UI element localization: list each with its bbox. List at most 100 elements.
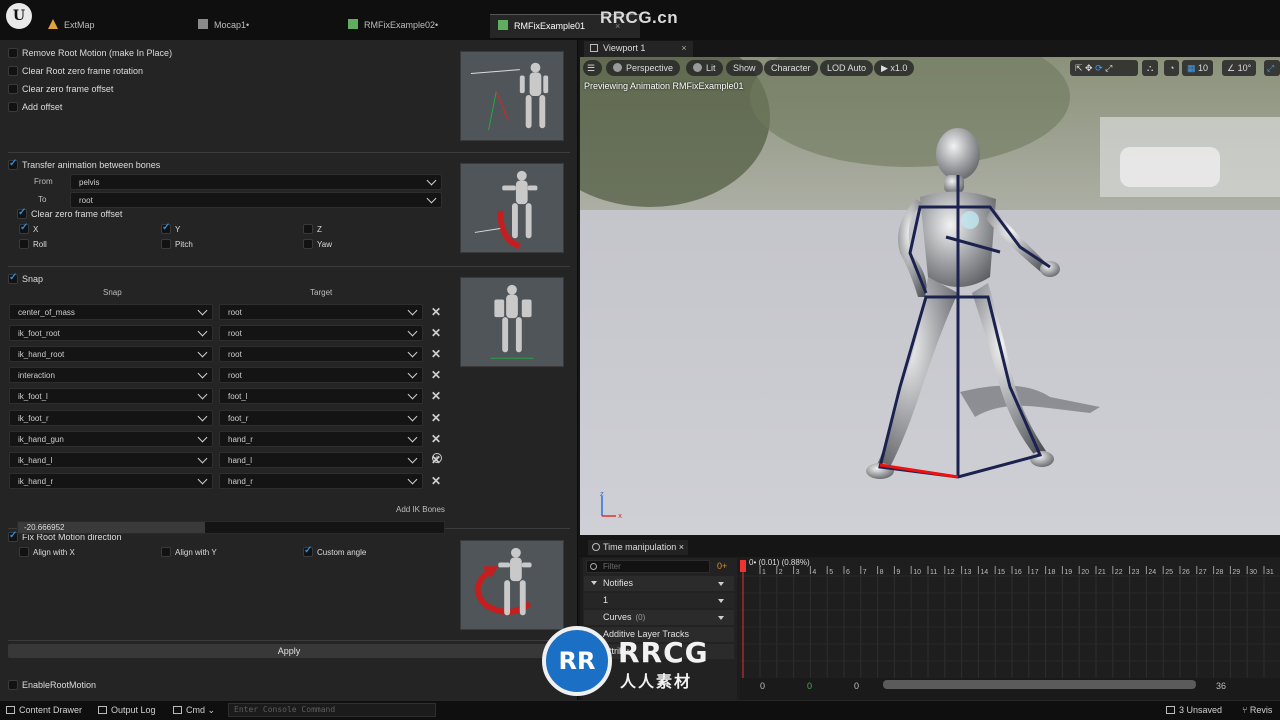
playhead-marker[interactable] <box>740 560 746 572</box>
remove-row-icon[interactable]: ✕ <box>430 433 442 445</box>
viewport-menu-button[interactable]: ☰ <box>583 60 602 76</box>
checkbox[interactable] <box>19 222 29 234</box>
axis-yaw-row[interactable]: Yaw <box>303 239 332 253</box>
cmd-dropdown[interactable]: Cmd ⌄ <box>173 705 215 716</box>
tab-time-manipulation[interactable]: Time manipulation × <box>588 540 688 555</box>
target-bone-dropdown[interactable]: root <box>219 325 423 342</box>
clear-zero-frame-offset-row[interactable]: Clear zero frame offset <box>8 84 113 98</box>
checkbox[interactable] <box>8 48 18 58</box>
snap-bone-dropdown[interactable]: ik_foot_l <box>9 388 213 405</box>
target-bone-dropdown[interactable]: root <box>219 367 423 384</box>
target-bone-dropdown[interactable]: root <box>219 346 423 363</box>
add-track-button[interactable]: 0+ <box>717 561 727 571</box>
clear-root-rotation-row[interactable]: Clear Root zero frame rotation <box>8 66 143 80</box>
to-bone-dropdown[interactable]: root <box>70 192 442 208</box>
animation-viewport[interactable] <box>580 57 1280 535</box>
checkbox[interactable] <box>8 102 18 112</box>
snap-bone-dropdown[interactable]: ik_hand_r <box>9 472 213 489</box>
snap-bone-dropdown[interactable]: ik_hand_root <box>9 346 213 363</box>
target-bone-dropdown[interactable]: hand_r <box>219 430 423 447</box>
from-bone-dropdown[interactable]: pelvis <box>70 174 442 190</box>
tab-extmap[interactable]: ExtMap <box>40 14 103 38</box>
console-command-input[interactable]: Enter Console Command <box>228 703 436 717</box>
rotate-icon[interactable]: ⟳ <box>1095 63 1105 73</box>
notifies-track[interactable]: Notifies <box>584 576 734 591</box>
checkbox[interactable] <box>303 239 313 249</box>
world-local-button[interactable]: ⛬ <box>1142 60 1159 76</box>
remove-row-icon[interactable]: ✕ <box>430 412 442 424</box>
snap-bone-dropdown[interactable]: ik_foot_root <box>9 325 213 342</box>
axis-x-row[interactable]: X <box>19 222 38 238</box>
angle-input[interactable]: -20.666952 <box>17 521 445 534</box>
chevron-down-icon[interactable] <box>718 616 724 620</box>
lit-button[interactable]: Lit <box>686 60 723 76</box>
checkbox[interactable] <box>8 272 18 284</box>
checkbox[interactable] <box>161 547 171 557</box>
curves-track[interactable]: Curves (0) <box>584 610 734 625</box>
track-filter-input[interactable]: Filter <box>586 560 710 573</box>
revision-control-button[interactable]: ⑂ Revis <box>1242 705 1272 715</box>
target-bone-dropdown[interactable]: root <box>219 304 423 320</box>
tab-mocap1[interactable]: Mocap1• <box>190 14 257 38</box>
checkbox[interactable] <box>19 547 29 557</box>
unreal-logo-icon[interactable]: U <box>6 3 32 29</box>
surface-snap-button[interactable]: ◔ <box>1164 60 1180 76</box>
notify-track-1[interactable]: 1 <box>584 593 734 608</box>
add-ik-bones-label[interactable]: Add IK Bones <box>396 505 445 514</box>
transfer-clear-offset-row[interactable]: Clear zero frame offset <box>17 207 122 223</box>
angle-snap-button[interactable]: ∠ 10° <box>1222 60 1257 76</box>
tab-rmfixexample02[interactable]: RMFixExample02• <box>340 14 446 38</box>
align-y-row[interactable]: Align with Y <box>161 547 217 561</box>
checkbox[interactable] <box>8 158 18 170</box>
unsaved-button[interactable]: 3 Unsaved <box>1166 705 1222 715</box>
axis-z-row[interactable]: Z <box>303 224 322 238</box>
content-drawer-button[interactable]: Content Drawer <box>6 705 82 715</box>
fix-root-motion-row[interactable]: Fix Root Motion direction <box>8 530 122 546</box>
select-icon[interactable]: ⇱ <box>1075 63 1085 73</box>
lod-button[interactable]: LOD Auto <box>820 60 874 76</box>
checkbox[interactable] <box>8 680 18 690</box>
axis-pitch-row[interactable]: Pitch <box>161 239 193 253</box>
perspective-button[interactable]: Perspective <box>606 60 681 76</box>
snap-row[interactable]: Snap <box>8 272 43 288</box>
view-offset-value[interactable]: 0 <box>854 681 859 691</box>
remove-row-icon[interactable]: ✕ <box>430 327 442 339</box>
target-bone-dropdown[interactable]: foot_r <box>219 409 423 426</box>
grid-snap-button[interactable]: ▦ 10 <box>1182 60 1214 76</box>
range-start-value[interactable]: 0 <box>760 681 765 691</box>
character-button[interactable]: Character <box>764 60 818 76</box>
axis-y-row[interactable]: Y <box>161 222 180 238</box>
remove-row-icon[interactable]: ✕ <box>430 306 442 318</box>
range-end-value[interactable]: 36 <box>1216 681 1226 691</box>
target-bone-dropdown[interactable]: hand_r <box>219 472 423 489</box>
tab-viewport-1[interactable]: Viewport 1 × <box>584 41 693 57</box>
checkbox[interactable] <box>8 84 18 94</box>
axis-roll-row[interactable]: Roll <box>19 239 47 253</box>
target-bone-dropdown[interactable]: foot_l <box>219 388 423 405</box>
align-x-row[interactable]: Align with X <box>19 547 75 561</box>
enable-root-motion-row[interactable]: EnableRootMotion <box>8 680 96 694</box>
checkbox[interactable] <box>8 66 18 76</box>
add-circle-icon[interactable]: + <box>432 453 442 463</box>
snap-bone-dropdown[interactable]: center_of_mass <box>9 304 213 320</box>
checkbox[interactable] <box>303 545 313 557</box>
apply-button[interactable]: Apply <box>8 644 570 658</box>
checkbox[interactable] <box>19 239 29 249</box>
snap-bone-dropdown[interactable]: ik_foot_r <box>9 409 213 426</box>
show-button[interactable]: Show <box>726 60 763 76</box>
remove-row-icon[interactable]: ✕ <box>430 390 442 402</box>
chevron-down-icon[interactable] <box>718 599 724 603</box>
view-start-value[interactable]: 0 <box>807 681 812 691</box>
chevron-down-icon[interactable] <box>718 582 724 586</box>
playback-speed-button[interactable]: ▶ x1.0 <box>874 60 915 76</box>
remove-row-icon[interactable]: ✕ <box>430 348 442 360</box>
transfer-animation-row[interactable]: Transfer animation between bones <box>8 158 160 174</box>
checkbox[interactable] <box>161 222 171 234</box>
scale-icon[interactable]: ⤢ <box>1105 63 1112 73</box>
checkbox[interactable] <box>303 224 313 234</box>
target-bone-dropdown[interactable]: hand_l <box>219 451 423 468</box>
close-icon[interactable]: × <box>681 43 686 53</box>
snap-bone-dropdown[interactable]: interaction <box>9 367 213 384</box>
close-icon[interactable]: × <box>679 542 684 552</box>
remove-root-motion-row[interactable]: Remove Root Motion (make In Place) <box>8 48 172 62</box>
